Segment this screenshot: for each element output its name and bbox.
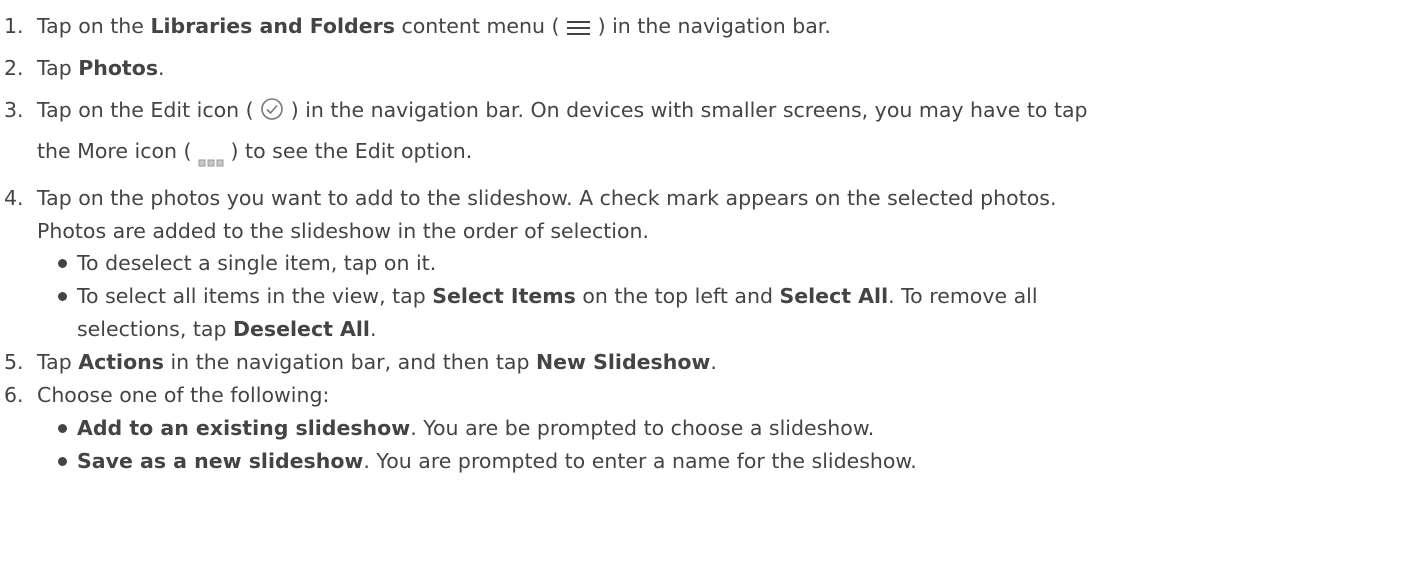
step-number: 6. [4,383,24,407]
hamburger-menu-icon [566,15,591,35]
list-item: To select all items in the view, tap Sel… [58,280,1418,346]
step-3: 3. Tap on the Edit icon ( ) in the navig… [0,94,1427,174]
bullet-dot [58,259,67,268]
check-circle-icon [260,97,284,121]
step-text: Tap on the Libraries and Folders content… [37,14,831,38]
step-text: Tap on the photos you want to add to the… [37,186,1057,243]
step-text: Tap on the Edit icon ( ) in the navigati… [37,94,1088,168]
step-4: 4. Tap on the photos you want to add to … [0,182,1427,248]
step-text: Tap Photos. [37,56,165,80]
menu-name: Libraries and Folders [150,14,395,38]
menu-item-name: Photos [78,56,159,80]
step-number: 1. [4,14,24,38]
more-dots-icon [198,145,224,167]
step-number: 4. [4,186,24,210]
step-text: Choose one of the following: [37,383,330,407]
step-text: Tap Actions in the navigation bar, and t… [37,350,717,374]
step-number: 2. [4,56,24,80]
bullet-dot [58,424,67,433]
step-number: 5. [4,350,24,374]
step-number: 3. [4,98,24,122]
bullet-dot [58,292,67,301]
bullet-dot [58,457,67,466]
